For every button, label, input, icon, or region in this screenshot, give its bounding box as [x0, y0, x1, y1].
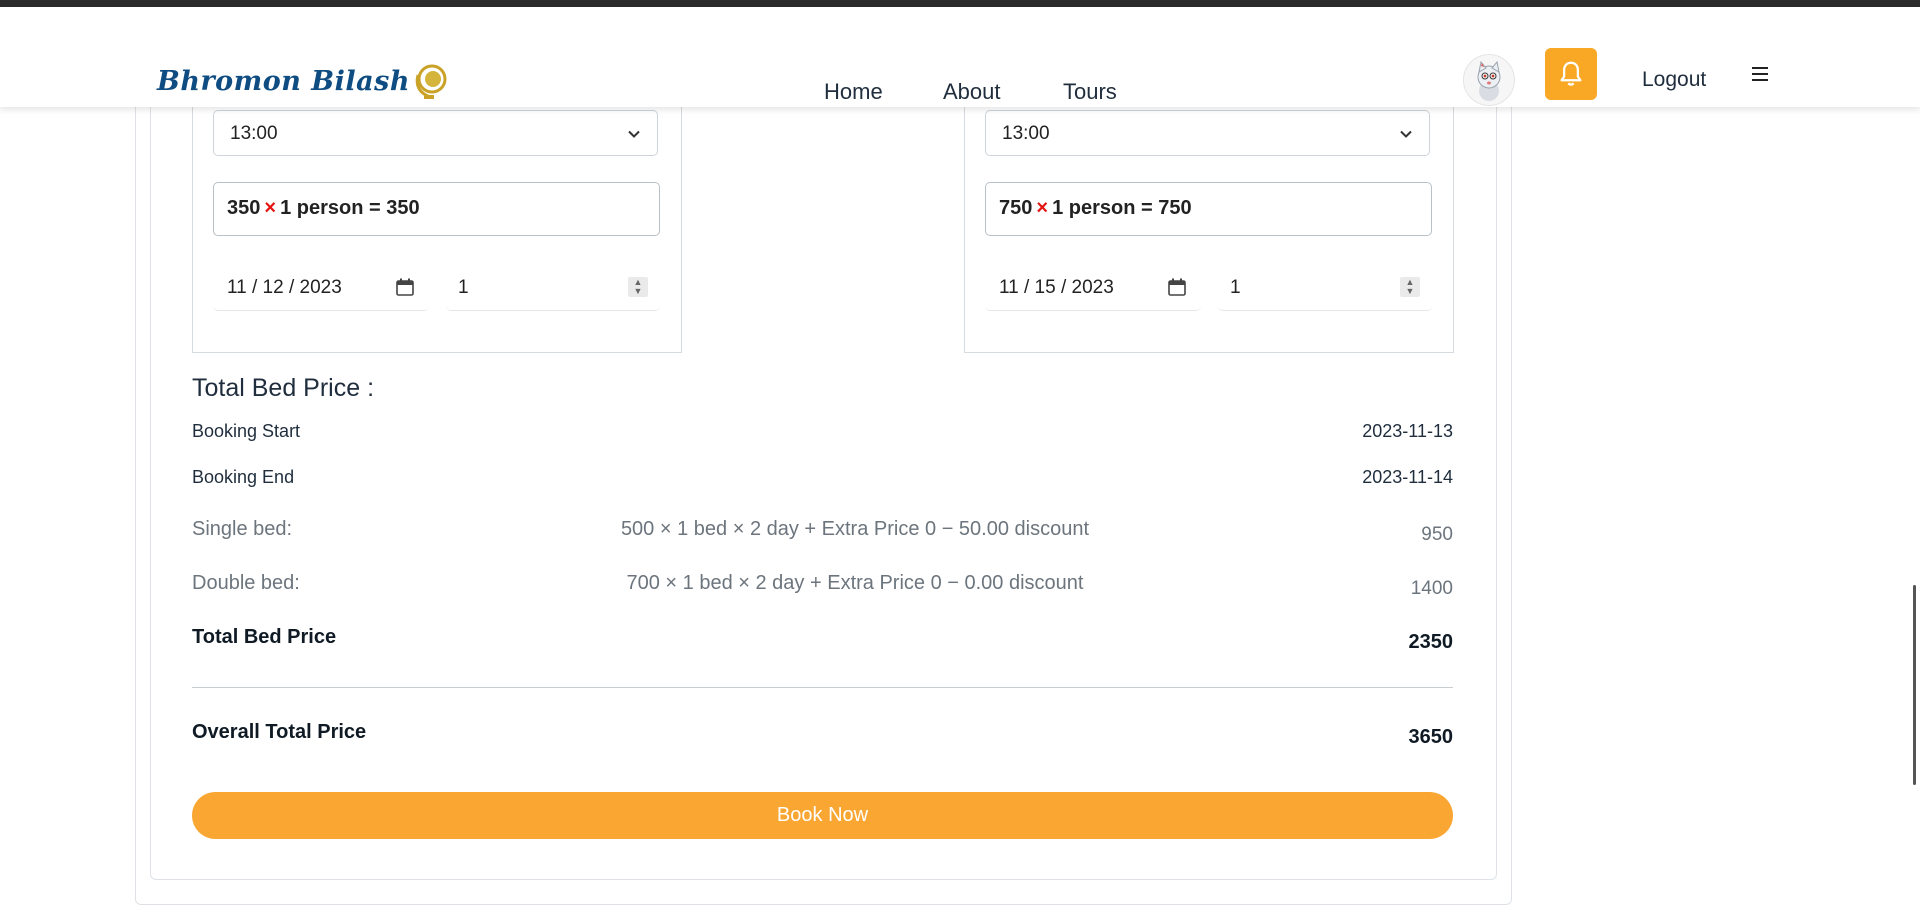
chevron-down-icon — [1400, 130, 1412, 138]
calendar-icon[interactable] — [395, 277, 415, 297]
site-header: Bhromon Bilash Home About Tours Logout — [0, 7, 1920, 107]
nav-home[interactable]: Home — [824, 79, 883, 105]
booking-end-label: Booking End — [192, 467, 295, 487]
single-bed-label: Single bed: — [192, 518, 293, 540]
logo[interactable]: Bhromon Bilash — [157, 61, 448, 101]
booking-end-value: 2023-11-14 — [1362, 467, 1453, 487]
nav-about[interactable]: About — [943, 79, 1001, 105]
total-bed-price-value: 2350 — [1408, 631, 1454, 653]
logout-link[interactable]: Logout — [1642, 68, 1706, 92]
notification-button[interactable] — [1545, 48, 1597, 100]
date-input[interactable]: 11 / 15 / 2023 — [985, 265, 1201, 311]
date-input[interactable]: 11 / 12 / 2023 — [213, 265, 429, 311]
stepper-arrows-icon[interactable]: ▲ ▼ — [1400, 277, 1420, 297]
stepper-arrows-icon[interactable]: ▲ ▼ — [628, 277, 648, 297]
total-bed-price-heading: Total Bed Price : — [192, 374, 375, 402]
double-bed-formula: 700 × 1 bed × 2 day + Extra Price 0 − 0.… — [626, 572, 1084, 594]
nav-tours[interactable]: Tours — [1063, 79, 1117, 105]
calendar-icon[interactable] — [1167, 277, 1187, 297]
checkout-time-value: 13:00 — [230, 123, 278, 144]
overall-total-label: Overall Total Price — [192, 721, 367, 743]
chevron-down-icon — [628, 130, 640, 138]
scrollbar[interactable] — [1913, 585, 1916, 785]
double-bed-value: 1400 — [1410, 578, 1453, 599]
cat-avatar-icon — [1464, 55, 1514, 105]
multiply-icon: × — [1036, 197, 1049, 219]
user-avatar[interactable] — [1463, 54, 1515, 106]
total-bed-price-label: Total Bed Price — [192, 626, 337, 648]
single-bed-value: 950 — [1421, 524, 1453, 545]
globe-icon — [415, 64, 447, 99]
logo-text: Bhromon Bilash — [157, 65, 410, 97]
room-price-calculation: 350 × 1 person = 350 — [213, 182, 660, 236]
room-price-calculation: 750 × 1 person = 750 — [985, 182, 1432, 236]
bell-icon — [1560, 61, 1582, 86]
checkout-time-value: 13:00 — [1002, 123, 1050, 144]
divider — [192, 687, 1453, 688]
quantity-stepper[interactable]: 1 ▲ ▼ — [1218, 265, 1432, 311]
overall-total-value: 3650 — [1408, 726, 1454, 748]
multiply-icon: × — [264, 197, 277, 219]
double-bed-label: Double bed: — [192, 572, 300, 594]
browser-top-bar — [0, 0, 1920, 7]
booking-start-label: Booking Start — [192, 421, 301, 441]
checkout-time-select[interactable]: 13:00 — [985, 110, 1430, 156]
quantity-stepper[interactable]: 1 ▲ ▼ — [446, 265, 660, 311]
menu-icon[interactable] — [1752, 67, 1768, 85]
book-now-button[interactable]: Book Now — [192, 792, 1453, 839]
single-bed-formula: 500 × 1 bed × 2 day + Extra Price 0 − 50… — [620, 518, 1090, 540]
checkout-time-select[interactable]: 13:00 — [213, 110, 658, 156]
booking-start-value: 2023-11-13 — [1362, 421, 1453, 441]
